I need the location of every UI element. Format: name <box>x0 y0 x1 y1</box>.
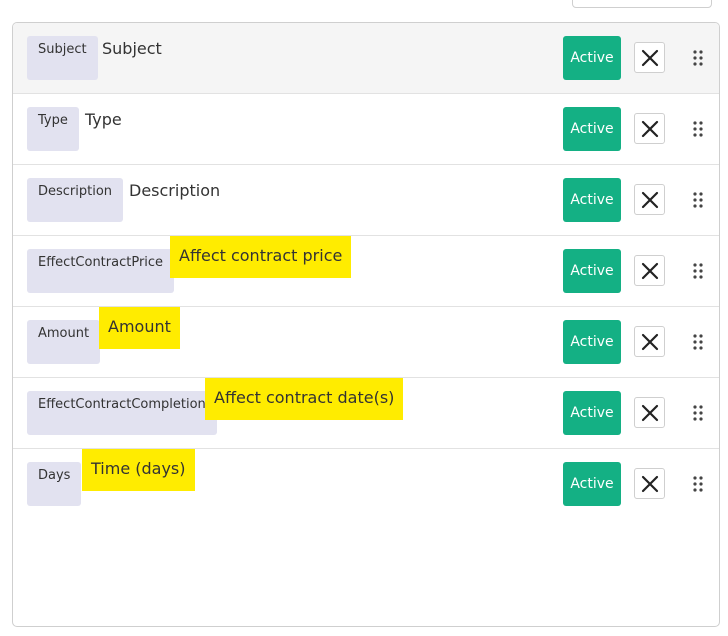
close-icon <box>641 262 658 279</box>
remove-field-button[interactable] <box>634 397 665 428</box>
field-key-chip: EffectContractPrice <box>27 249 175 293</box>
field-row-effect-contract-price: EffectContractPrice Affect contract pric… <box>13 236 719 307</box>
field-key-chip: Subject <box>27 36 98 80</box>
drag-handle-icon[interactable] <box>692 191 704 209</box>
top-input[interactable] <box>572 0 712 8</box>
field-row-days: Days Time (days) Active <box>13 449 719 520</box>
drag-handle-icon[interactable] <box>692 333 704 351</box>
active-toggle-button[interactable]: Active <box>563 178 621 222</box>
field-row-subject: Subject Subject Active <box>13 23 719 94</box>
close-icon <box>641 49 658 66</box>
remove-field-button[interactable] <box>634 113 665 144</box>
field-display-label[interactable]: Type <box>85 110 122 129</box>
field-row-amount: Amount Amount Active <box>13 307 719 378</box>
remove-field-button[interactable] <box>634 326 665 357</box>
remove-field-button[interactable] <box>634 255 665 286</box>
active-toggle-button[interactable]: Active <box>563 249 621 293</box>
field-display-label[interactable]: Subject <box>102 39 162 58</box>
field-list-panel: Subject Subject Active Type Type Active <box>12 22 720 627</box>
active-toggle-button[interactable]: Active <box>563 107 621 151</box>
active-toggle-button[interactable]: Active <box>563 320 621 364</box>
remove-field-button[interactable] <box>634 184 665 215</box>
close-icon <box>641 404 658 421</box>
remove-field-button[interactable] <box>634 42 665 73</box>
field-key-chip: EffectContractCompletion <box>27 391 217 435</box>
field-row-effect-contract-completion: EffectContractCompletion Affect contract… <box>13 378 719 449</box>
drag-handle-icon[interactable] <box>692 120 704 138</box>
active-toggle-button[interactable]: Active <box>563 36 621 80</box>
field-display-label[interactable]: Affect contract price <box>170 236 352 278</box>
field-key-chip: Amount <box>27 320 101 364</box>
close-icon <box>641 475 658 492</box>
close-icon <box>641 120 658 137</box>
field-key-chip: Days <box>27 462 82 506</box>
field-display-label[interactable]: Time (days) <box>82 449 195 491</box>
remove-field-button[interactable] <box>634 468 665 499</box>
drag-handle-icon[interactable] <box>692 262 704 280</box>
field-row-type: Type Type Active <box>13 94 719 165</box>
field-key-chip: Description <box>27 178 124 222</box>
close-icon <box>641 191 658 208</box>
drag-handle-icon[interactable] <box>692 404 704 422</box>
active-toggle-button[interactable]: Active <box>563 391 621 435</box>
drag-handle-icon[interactable] <box>692 49 704 67</box>
close-icon <box>641 333 658 350</box>
drag-handle-icon[interactable] <box>692 475 704 493</box>
field-display-label[interactable]: Amount <box>99 307 180 349</box>
field-key-chip: Type <box>27 107 79 151</box>
field-display-label[interactable]: Affect contract date(s) <box>205 378 404 420</box>
active-toggle-button[interactable]: Active <box>563 462 621 506</box>
field-row-description: Description Description Active <box>13 165 719 236</box>
field-display-label[interactable]: Description <box>129 181 220 200</box>
